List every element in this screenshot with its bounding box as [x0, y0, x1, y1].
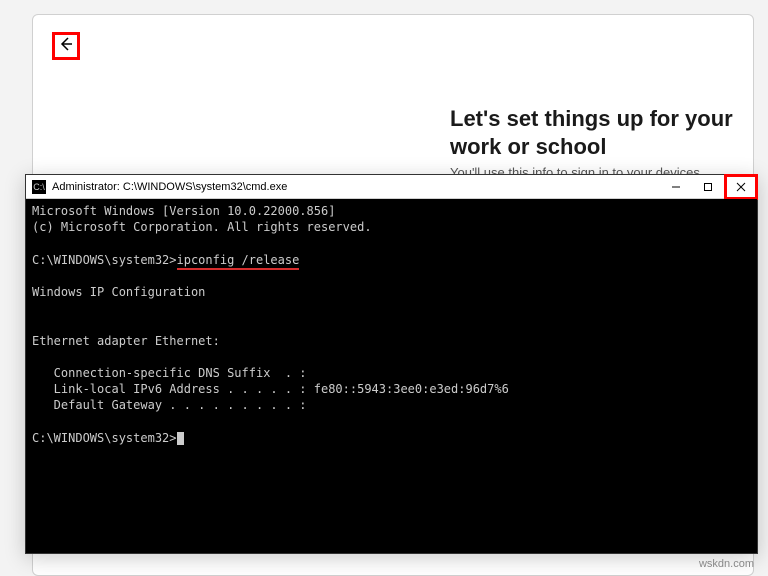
line-gateway: Default Gateway . . . . . . . . . : — [32, 398, 307, 412]
minimize-button[interactable] — [660, 175, 692, 198]
typed-command: ipconfig /release — [177, 253, 300, 270]
line-version: Microsoft Windows [Version 10.0.22000.85… — [32, 204, 335, 218]
line-copyright: (c) Microsoft Corporation. All rights re… — [32, 220, 372, 234]
window-controls — [660, 175, 757, 198]
cursor — [177, 432, 184, 445]
setup-heading: Let's set things up for your work or sch… — [450, 105, 760, 160]
maximize-button[interactable] — [692, 175, 724, 198]
cmd-window: C:\ Administrator: C:\WINDOWS\system32\c… — [25, 174, 758, 554]
line-adapter: Ethernet adapter Ethernet: — [32, 334, 220, 348]
terminal-output[interactable]: Microsoft Windows [Version 10.0.22000.85… — [26, 199, 757, 553]
close-button[interactable] — [724, 174, 758, 200]
titlebar[interactable]: C:\ Administrator: C:\WINDOWS\system32\c… — [26, 175, 757, 199]
back-button[interactable] — [52, 32, 80, 60]
cmd-icon: C:\ — [32, 180, 46, 194]
prompt-path-2: C:\WINDOWS\system32> — [32, 431, 177, 445]
line-ipv6: Link-local IPv6 Address . . . . . : fe80… — [32, 382, 509, 396]
line-dns: Connection-specific DNS Suffix . : — [32, 366, 307, 380]
watermark: wskdn.com — [699, 558, 754, 570]
arrow-left-icon — [58, 36, 74, 57]
window-title: Administrator: C:\WINDOWS\system32\cmd.e… — [52, 181, 660, 193]
line-ipconfig-header: Windows IP Configuration — [32, 285, 205, 299]
prompt-path: C:\WINDOWS\system32> — [32, 253, 177, 267]
